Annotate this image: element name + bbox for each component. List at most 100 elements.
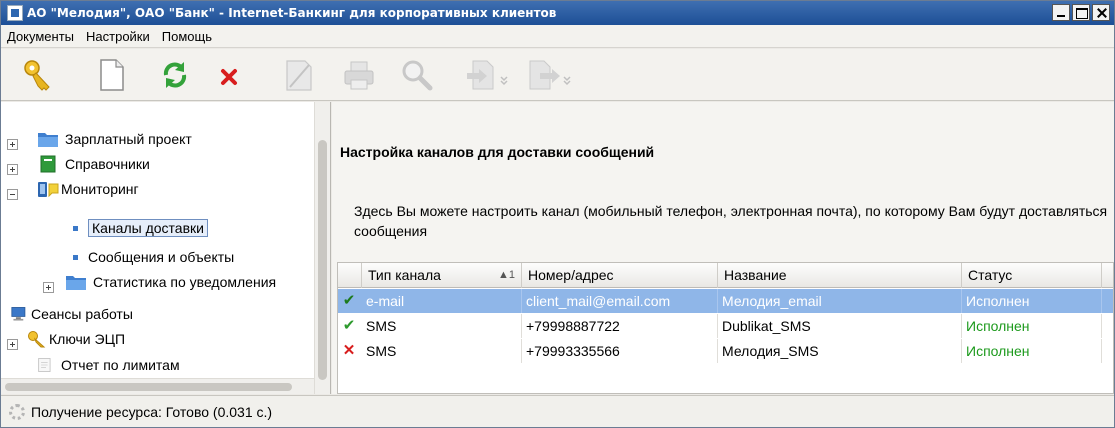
expand-toggle[interactable] — [43, 282, 54, 293]
window-controls — [1052, 4, 1110, 21]
tree-item-label: Статистика по уведомления — [93, 274, 277, 290]
delete-icon — [221, 69, 237, 85]
cell-address: +79993335566 — [522, 339, 718, 363]
tree-item-monitoring[interactable]: Мониторинг — [37, 177, 139, 201]
tree-item-sessions[interactable]: Сеансы работы — [11, 302, 133, 326]
main-panel: Настройка каналов для доставки сообщений… — [332, 102, 1114, 394]
title-bar[interactable]: АО "Мелодия", ОАО "Банк" - Internet-Банк… — [1, 1, 1114, 25]
tree-item-label: Каналы доставки — [88, 219, 208, 237]
expand-toggle[interactable] — [7, 139, 18, 150]
menu-settings[interactable]: Настройки — [86, 29, 150, 44]
refresh-button[interactable] — [157, 57, 193, 93]
delete-button[interactable] — [211, 57, 247, 93]
new-document-button[interactable] — [93, 57, 129, 93]
tree-item-label: Сеансы работы — [31, 306, 133, 322]
print-icon — [344, 61, 374, 90]
cell-type: SMS — [362, 339, 522, 363]
expand-toggle[interactable] — [7, 339, 18, 350]
print-button[interactable] — [341, 57, 377, 93]
navigation-tree: Зарплатный проект Справочники Мониторинг… — [1, 102, 331, 394]
import-button[interactable] — [463, 57, 511, 93]
cell-status: Исполнен — [962, 289, 1102, 313]
app-window: АО "Мелодия", ОАО "Банк" - Internet-Банк… — [0, 0, 1115, 428]
cell-status: Исполнен — [962, 314, 1102, 338]
refresh-icon — [163, 62, 187, 88]
column-header-mark — [338, 263, 362, 288]
page-title: Настройка каналов для доставки сообщений — [340, 144, 655, 160]
bullet-icon — [73, 254, 78, 260]
cell-name: Мелодия_SMS — [718, 339, 962, 363]
export-icon — [529, 60, 571, 90]
tree-item-label: Ключи ЭЦП — [49, 331, 126, 347]
status-bar: Получение ресурса: Готово (0.031 с.) — [1, 395, 1114, 427]
keys-button[interactable] — [19, 57, 55, 93]
cell-name: Dublikat_SMS — [718, 314, 962, 338]
check-icon: ✔ — [342, 317, 356, 334]
tree-item-label: Отчет по лимитам — [61, 357, 180, 373]
tree-item-label: Справочники — [65, 156, 150, 172]
monitoring-icon — [38, 182, 59, 198]
sign-icon — [286, 60, 312, 91]
table-header: Тип канала ▲1 Номер/адрес Название Стату… — [338, 263, 1113, 288]
scroll-thumb[interactable] — [318, 140, 327, 380]
column-header-address[interactable]: Номер/адрес — [522, 263, 718, 288]
check-icon: ✔ — [342, 292, 356, 309]
monitor-icon — [11, 307, 26, 321]
maximize-button[interactable] — [1072, 4, 1090, 21]
table-row[interactable]: ✔ e-mail client_mail@email.com Мелодия_e… — [338, 289, 1113, 313]
tree-item-digital-keys[interactable]: Ключи ЭЦП — [25, 327, 125, 351]
tree-item-label: Сообщения и объекты — [88, 249, 235, 265]
close-button[interactable] — [1092, 4, 1110, 21]
search-button[interactable] — [399, 57, 435, 93]
table-row[interactable]: ✕ SMS +79993335566 Мелодия_SMS Исполнен — [338, 339, 1113, 363]
cell-status: Исполнен — [962, 339, 1102, 363]
keys-icon — [28, 331, 46, 348]
tree-item-label: Мониторинг — [61, 181, 139, 197]
tree-vertical-scrollbar[interactable] — [314, 102, 330, 394]
menu-help[interactable]: Помощь — [162, 29, 212, 44]
folder-icon — [66, 276, 86, 290]
status-text: Получение ресурса: Готово (0.031 с.) — [31, 404, 273, 420]
sign-button[interactable] — [281, 57, 317, 93]
toolbar — [1, 49, 1114, 101]
cell-address: +79998887722 — [522, 314, 718, 338]
import-icon — [467, 60, 508, 90]
tree-item-notification-stats[interactable]: Статистика по уведомления — [65, 270, 276, 294]
menu-documents[interactable]: Документы — [7, 29, 74, 44]
column-header-name[interactable]: Название — [718, 263, 962, 288]
column-header-status[interactable]: Статус — [962, 263, 1102, 288]
page-description: Здесь Вы можете настроить канал (мобильн… — [354, 203, 1108, 239]
cell-type: SMS — [362, 314, 522, 338]
tree-item-delivery-channels[interactable]: Каналы доставки — [73, 216, 208, 240]
export-button[interactable] — [526, 57, 574, 93]
minimize-button[interactable] — [1052, 4, 1070, 21]
report-icon — [38, 358, 51, 372]
tree-item-directories[interactable]: Справочники — [37, 152, 150, 176]
app-icon — [7, 5, 23, 21]
folder-icon — [38, 133, 58, 147]
window-title: АО "Мелодия", ОАО "Банк" - Internet-Банк… — [27, 6, 557, 20]
tree-item-label: Зарплатный проект — [65, 131, 192, 147]
menu-bar: Документы Настройки Помощь — [1, 25, 1114, 48]
channels-table: Тип канала ▲1 Номер/адрес Название Стату… — [337, 262, 1114, 394]
table-row[interactable]: ✔ SMS +79998887722 Dublikat_SMS Исполнен — [338, 314, 1113, 338]
loading-spinner-icon — [9, 404, 25, 420]
sort-indicator: ▲1 — [497, 269, 515, 281]
scroll-thumb[interactable] — [5, 383, 292, 391]
bullet-icon — [73, 225, 78, 231]
tree-item-limits-report[interactable]: Отчет по лимитам — [37, 353, 180, 377]
keys-icon — [24, 60, 50, 91]
cross-icon: ✕ — [342, 342, 356, 359]
tree-item-salary-project[interactable]: Зарплатный проект — [37, 127, 192, 151]
cell-address: client_mail@email.com — [522, 289, 718, 313]
column-header-type[interactable]: Тип канала ▲1 — [362, 263, 522, 288]
cell-name: Мелодия_email — [718, 289, 962, 313]
new-document-icon — [100, 59, 124, 91]
collapse-toggle[interactable] — [7, 189, 18, 200]
tree-horizontal-scrollbar[interactable] — [1, 378, 314, 394]
book-icon — [40, 155, 56, 173]
tree-item-messages-objects[interactable]: Сообщения и объекты — [73, 245, 234, 269]
cell-type: e-mail — [362, 289, 522, 313]
column-header-label: Тип канала — [368, 267, 441, 283]
expand-toggle[interactable] — [7, 164, 18, 175]
